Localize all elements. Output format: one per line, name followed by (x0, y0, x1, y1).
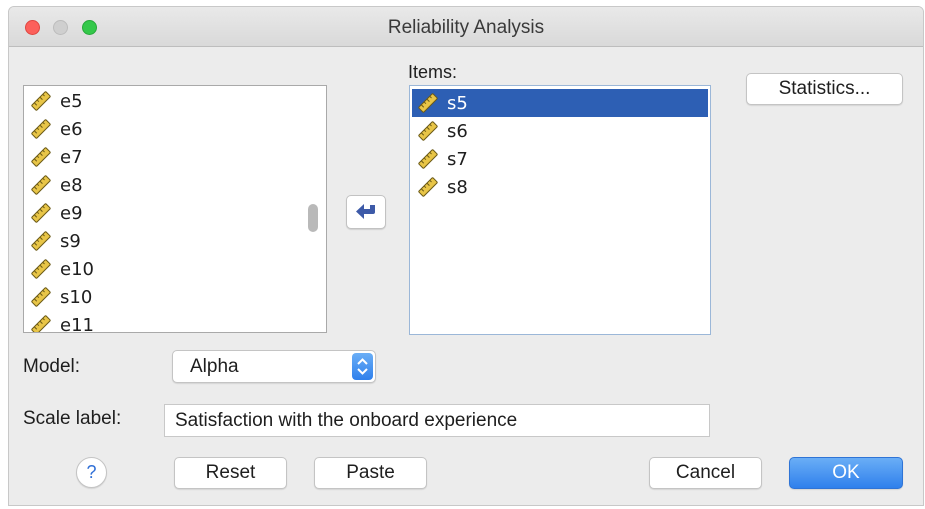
scale-ruler-icon (30, 314, 52, 332)
variable-label: s9 (60, 230, 81, 252)
scale-ruler-icon (30, 90, 52, 112)
ok-button[interactable]: OK (789, 457, 903, 489)
variable-label: e5 (60, 90, 83, 112)
variable-list-scrollbar[interactable] (308, 204, 318, 232)
scale-ruler-icon (30, 286, 52, 308)
variable-item[interactable]: e7 (30, 143, 83, 171)
scale-ruler-icon (30, 202, 52, 224)
move-item-button[interactable] (346, 195, 386, 229)
variable-item[interactable]: e5 (30, 87, 83, 115)
variable-item[interactable]: e10 (30, 255, 94, 283)
scale-ruler-icon (417, 92, 439, 114)
item-label: s6 (447, 120, 468, 142)
help-button[interactable]: ? (76, 457, 107, 488)
scale-ruler-icon (417, 176, 439, 198)
scale-ruler-icon (30, 258, 52, 280)
variable-item[interactable]: s9 (30, 227, 81, 255)
cancel-button[interactable]: Cancel (649, 457, 762, 489)
scale-ruler-icon (417, 148, 439, 170)
variable-label: e9 (60, 202, 83, 224)
variable-item[interactable]: e11 (30, 311, 94, 333)
model-label: Model: (23, 356, 81, 377)
reliability-analysis-dialog: Reliability Analysis e5 e6 e7 e8 e9 s9 e… (8, 6, 924, 506)
model-select[interactable]: Alpha (172, 350, 376, 383)
variable-item[interactable]: s10 (30, 283, 92, 311)
scale-label-input[interactable] (164, 404, 710, 437)
item-row[interactable]: s7 (412, 145, 708, 173)
variable-label: s10 (60, 286, 93, 308)
variable-label: e6 (60, 118, 83, 140)
variable-label: e7 (60, 146, 83, 168)
item-label: s7 (447, 148, 468, 170)
paste-button[interactable]: Paste (314, 457, 427, 489)
scale-ruler-icon (417, 120, 439, 142)
variable-item[interactable]: e9 (30, 199, 83, 227)
up-down-chevron-icon (352, 353, 373, 380)
items-label: Items: (408, 62, 458, 82)
item-label: s5 (447, 92, 468, 114)
window-title: Reliability Analysis (387, 17, 545, 38)
variable-label: e10 (60, 258, 94, 280)
variable-label: e8 (60, 174, 83, 196)
scale-ruler-icon (30, 230, 52, 252)
items-list[interactable]: s5 s6 s7 s8 (409, 85, 711, 335)
item-label: s8 (447, 176, 468, 198)
variable-item[interactable]: e6 (30, 115, 83, 143)
statistics-button[interactable]: Statistics... (746, 73, 903, 105)
variable-list[interactable]: e5 e6 e7 e8 e9 s9 e10 s10 e11 (23, 85, 327, 333)
variable-label: e11 (60, 314, 94, 333)
scale-label-label: Scale label: (23, 408, 122, 429)
variable-item[interactable]: e8 (30, 171, 83, 199)
item-row[interactable]: s6 (412, 117, 708, 145)
arrow-left-icon (356, 204, 375, 219)
item-row[interactable]: s5 (412, 89, 708, 117)
item-row[interactable]: s8 (412, 173, 708, 201)
scale-ruler-icon (30, 174, 52, 196)
reset-button[interactable]: Reset (174, 457, 287, 489)
title-bar: Reliability Analysis (9, 7, 923, 47)
model-select-value: Alpha (190, 356, 239, 377)
scale-ruler-icon (30, 118, 52, 140)
scale-ruler-icon (30, 146, 52, 168)
